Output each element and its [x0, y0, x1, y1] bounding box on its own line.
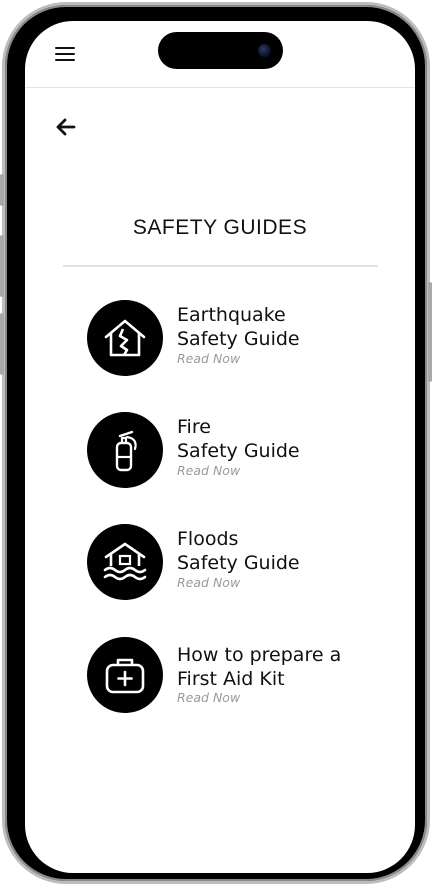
- power-button: [428, 282, 432, 382]
- guide-item-floods[interactable]: Floods Safety Guide Read Now: [87, 524, 387, 614]
- guide-title-line1: Earthquake: [177, 304, 286, 326]
- volume-down-button: [0, 313, 4, 375]
- read-now-link[interactable]: Read Now: [177, 575, 240, 590]
- volume-up-button: [0, 235, 4, 297]
- phone-frame: SAFETY GUIDES Earthquake Safety Guide Re…: [2, 2, 430, 884]
- dynamic-island: [158, 32, 283, 69]
- guide-icon-circle: [87, 412, 163, 488]
- fire-extinguisher-icon: [115, 430, 137, 472]
- app-screen: SAFETY GUIDES Earthquake Safety Guide Re…: [25, 21, 415, 873]
- flood-house-icon: [103, 542, 147, 581]
- arrow-left-icon: [56, 118, 76, 136]
- guide-item-fire[interactable]: Fire Safety Guide Read Now: [87, 412, 387, 502]
- guide-title-line2: Safety Guide: [177, 440, 300, 462]
- guide-title-line2: Safety Guide: [177, 552, 300, 574]
- read-now-link[interactable]: Read Now: [177, 463, 240, 478]
- header-divider: [25, 87, 415, 88]
- earthquake-house-icon: [104, 319, 146, 357]
- read-now-link[interactable]: Read Now: [177, 690, 240, 705]
- guide-title-line1: How to prepare a: [177, 644, 342, 666]
- read-now-link[interactable]: Read Now: [177, 351, 240, 366]
- guide-icon-circle: [87, 300, 163, 376]
- front-camera: [258, 44, 271, 57]
- title-divider: [63, 265, 378, 267]
- guide-item-first-aid-kit[interactable]: How to prepare a First Aid Kit Read Now: [87, 637, 387, 727]
- guide-icon-circle: [87, 524, 163, 600]
- guide-title-line2: First Aid Kit: [177, 668, 285, 690]
- guide-title-line1: Fire: [177, 416, 211, 438]
- guide-icon-circle: [87, 637, 163, 713]
- guide-title-line1: Floods: [177, 528, 239, 550]
- action-button: [0, 174, 4, 206]
- page-title: SAFETY GUIDES: [132, 216, 308, 239]
- first-aid-kit-icon: [105, 658, 145, 694]
- guide-title-line2: Safety Guide: [177, 328, 300, 350]
- guide-item-earthquake[interactable]: Earthquake Safety Guide Read Now: [87, 300, 387, 390]
- hamburger-menu-icon[interactable]: [55, 47, 77, 63]
- back-button[interactable]: [53, 115, 79, 139]
